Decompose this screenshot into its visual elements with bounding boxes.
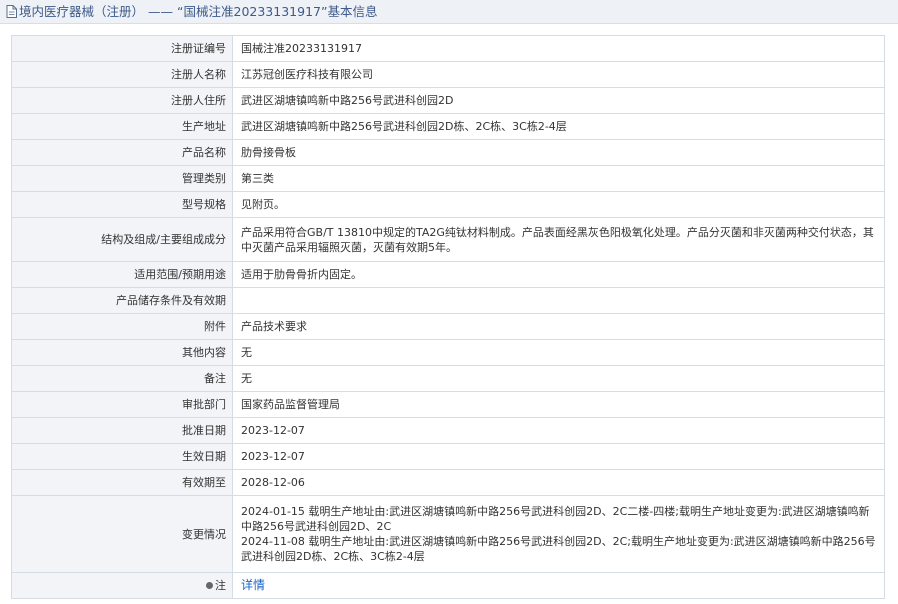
change-entry: 2024-01-15 载明生产地址由:武进区湖塘镇鸣新中路256号武进科创园2D… xyxy=(241,505,870,533)
row-label: 备注 xyxy=(11,365,233,392)
row-value: 2023-12-07 xyxy=(232,443,885,470)
table-row: 备注无 xyxy=(11,365,885,392)
row-value: 无 xyxy=(232,339,885,366)
row-value: 产品采用符合GB/T 13810中规定的TA2G纯钛材料制成。产品表面经黑灰色阳… xyxy=(232,217,885,262)
table-row: 注册人名称 江苏冠创医疗科技有限公司 xyxy=(11,61,885,88)
row-label: 注册人住所 xyxy=(11,87,233,114)
row-label: 生效日期 xyxy=(11,443,233,470)
table-row: 有效期至 2028-12-06 xyxy=(11,469,885,496)
note-dot-icon xyxy=(206,582,213,589)
change-entry: 2024-11-08 载明生产地址由:武进区湖塘镇鸣新中路256号武进科创园2D… xyxy=(241,535,876,563)
table-row: 型号规格 见附页。 xyxy=(11,191,885,218)
table-row: 产品储存条件及有效期 xyxy=(11,287,885,314)
row-value xyxy=(232,287,885,314)
table-row: 审批部门 国家药品监督管理局 xyxy=(11,391,885,418)
info-table: 注册证编号 国械注准20233131917 注册人名称 江苏冠创医疗科技有限公司 注册人… xyxy=(11,35,885,599)
row-value: 武进区湖塘镇鸣新中路256号武进科创园2D xyxy=(232,87,885,114)
row-value: 见附页。 xyxy=(232,191,885,218)
note-label-cell: 注 xyxy=(11,572,233,599)
changes-value: 2024-01-15 载明生产地址由:武进区湖塘镇鸣新中路256号武进科创园2D… xyxy=(232,495,885,573)
note-row: 注 详情 xyxy=(11,572,885,599)
row-value: 国械注准20233131917 xyxy=(232,35,885,62)
document-icon xyxy=(6,2,17,26)
row-label: 其他内容 xyxy=(11,339,233,366)
header-separator: —— xyxy=(148,4,174,19)
table-row: 生效日期 2023-12-07 xyxy=(11,443,885,470)
table-row: 产品名称 肋骨接骨板 xyxy=(11,139,885,166)
row-value: 产品技术要求 xyxy=(232,313,885,340)
row-value: 无 xyxy=(232,365,885,392)
row-label: 生产地址 xyxy=(11,113,233,140)
note-value: 详情 xyxy=(232,572,885,599)
changes-row: 变更情况 2024-01-15 载明生产地址由:武进区湖塘镇鸣新中路256号武进… xyxy=(11,495,885,573)
row-value: 国家药品监督管理局 xyxy=(232,391,885,418)
row-value: 2028-12-06 xyxy=(232,469,885,496)
header-section: 境内医疗器械（注册） xyxy=(19,4,145,19)
row-value: 第三类 xyxy=(232,165,885,192)
row-label: 注册证编号 xyxy=(11,35,233,62)
note-label: 注 xyxy=(215,579,226,592)
table-row: 其他内容无 xyxy=(11,339,885,366)
row-label: 变更情况 xyxy=(11,495,233,573)
row-value: 武进区湖塘镇鸣新中路256号武进科创园2D栋、2C栋、3C栋2-4层 xyxy=(232,113,885,140)
row-value: 江苏冠创医疗科技有限公司 xyxy=(232,61,885,88)
details-link[interactable]: 详情 xyxy=(241,578,265,592)
page-header: 境内医疗器械（注册） —— “国械注准20233131917”基本信息 xyxy=(0,0,898,24)
row-value: 肋骨接骨板 xyxy=(232,139,885,166)
row-label: 产品储存条件及有效期 xyxy=(11,287,233,314)
row-value: 2023-12-07 xyxy=(232,417,885,444)
table-row: 附件 产品技术要求 xyxy=(11,313,885,340)
row-label: 结构及组成/主要组成成分 xyxy=(11,217,233,262)
table-row: 管理类别 第三类 xyxy=(11,165,885,192)
row-label: 审批部门 xyxy=(11,391,233,418)
table-row: 注册证编号 国械注准20233131917 xyxy=(11,35,885,62)
table-row: 批准日期 2023-12-07 xyxy=(11,417,885,444)
row-label: 产品名称 xyxy=(11,139,233,166)
row-label: 附件 xyxy=(11,313,233,340)
row-label: 批准日期 xyxy=(11,417,233,444)
table-row: 结构及组成/主要组成成分 产品采用符合GB/T 13810中规定的TA2G纯钛材料… xyxy=(11,217,885,262)
row-label: 有效期至 xyxy=(11,469,233,496)
row-value: 适用于肋骨骨折内固定。 xyxy=(232,261,885,288)
table-row: 适用范围/预期用途 适用于肋骨骨折内固定。 xyxy=(11,261,885,288)
row-label: 注册人名称 xyxy=(11,61,233,88)
row-label: 型号规格 xyxy=(11,191,233,218)
row-label: 适用范围/预期用途 xyxy=(11,261,233,288)
table-row: 生产地址 武进区湖塘镇鸣新中路256号武进科创园2D栋、2C栋、3C栋2-4层 xyxy=(11,113,885,140)
table-row: 注册人住所 武进区湖塘镇鸣新中路256号武进科创园2D xyxy=(11,87,885,114)
header-title: “国械注准20233131917”基本信息 xyxy=(177,4,378,19)
row-label: 管理类别 xyxy=(11,165,233,192)
